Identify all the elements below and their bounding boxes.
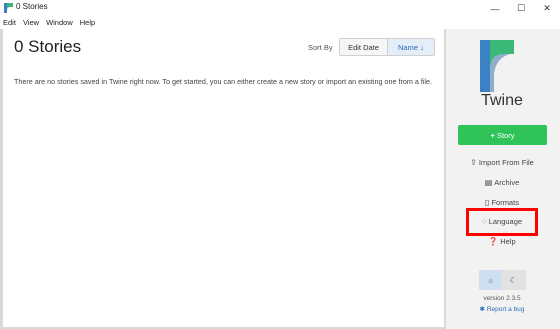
brand-name: Twine	[481, 92, 523, 109]
moon-icon: ☾	[509, 275, 518, 285]
maximize-button[interactable]: ☐	[508, 0, 534, 17]
formats-label: Formats	[491, 197, 519, 207]
report-bug-label: Report a bug	[486, 306, 525, 313]
twine-logo-icon	[4, 3, 13, 13]
question-circle-icon: ❓	[488, 236, 499, 246]
upload-icon: ⇪	[470, 157, 477, 167]
menu-help[interactable]: Help	[80, 17, 95, 29]
sort-toggle: Edit Date Name ↓	[339, 38, 435, 56]
archive-button[interactable]: ▤ Archive	[446, 175, 558, 189]
sort-edit-date-button[interactable]: Edit Date	[340, 39, 388, 55]
menu-bar: Edit View Window Help	[0, 17, 560, 29]
language-highlight-box	[466, 208, 538, 236]
report-bug-link[interactable]: ✱ Report a bug	[446, 305, 558, 313]
window-title: 0 Stories	[16, 2, 48, 11]
theme-toggle: ☼ ☾	[479, 270, 526, 290]
help-label: Help	[500, 236, 516, 246]
light-theme-button[interactable]: ☼	[479, 270, 502, 290]
archive-label: Archive	[494, 177, 520, 187]
sort-alpha-icon: ↓	[420, 42, 424, 52]
import-label: Import From File	[478, 157, 534, 167]
page-title: 0 Stories	[14, 37, 82, 56]
version-label: version 2.3.5	[483, 295, 521, 302]
sort-edit-date-label: Edit Date	[348, 42, 379, 52]
import-from-file-button[interactable]: ⇪ Import From File	[446, 155, 558, 169]
formats-button[interactable]: ▯ Formats	[446, 195, 558, 209]
menu-view[interactable]: View	[23, 17, 39, 29]
minimize-button[interactable]: —	[482, 0, 508, 17]
sort-label: Sort By	[308, 43, 333, 52]
help-button[interactable]: ❓ Help	[446, 234, 558, 248]
sort-name-button[interactable]: Name ↓	[388, 39, 434, 55]
title-bar: 0 Stories — ☐ ✕	[0, 0, 560, 17]
close-button[interactable]: ✕	[534, 0, 560, 17]
plus-icon: +	[490, 130, 495, 140]
story-library: 0 Stories Sort By Edit Date Name ↓ There…	[3, 29, 444, 327]
empty-library-message: There are no stories saved in Twine righ…	[14, 77, 433, 86]
app-frame: 0 Stories Sort By Edit Date Name ↓ There…	[0, 29, 560, 329]
twine-logo-icon	[480, 40, 514, 92]
menu-edit[interactable]: Edit	[3, 17, 16, 29]
bug-icon: ✱	[479, 306, 486, 313]
menu-window[interactable]: Window	[46, 17, 73, 29]
dark-theme-button[interactable]: ☾	[502, 270, 525, 290]
new-story-button[interactable]: + Story	[458, 125, 547, 145]
file-icon: ▯	[485, 197, 490, 207]
new-story-label: Story	[496, 130, 515, 140]
archive-icon: ▤	[484, 177, 493, 187]
sidebar: Twine + Story ⇪ Import From File ▤ Archi…	[446, 29, 560, 329]
sort-name-label: Name	[397, 42, 418, 52]
sun-icon: ☼	[486, 275, 495, 285]
